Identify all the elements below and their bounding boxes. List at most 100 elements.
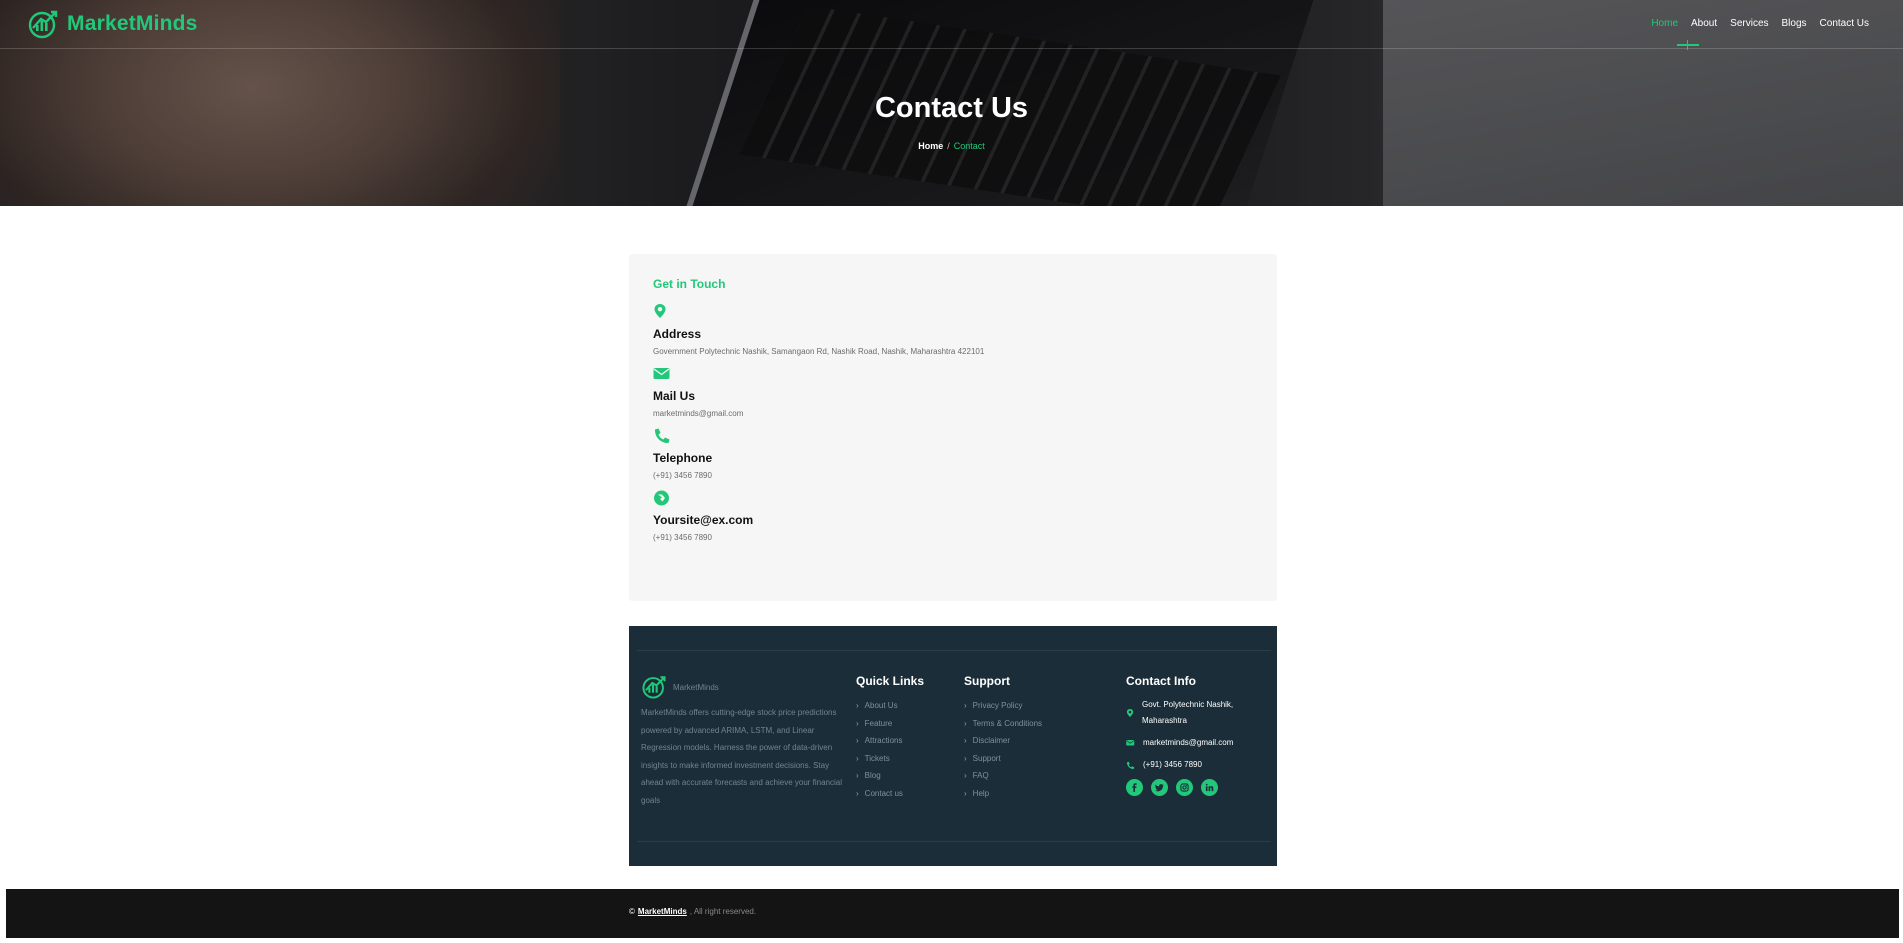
main-nav: Home About Services Blogs Contact Us xyxy=(1651,18,1869,29)
chevron-right-icon: › xyxy=(964,718,967,728)
chevron-right-icon: › xyxy=(856,788,859,798)
chevron-right-icon: › xyxy=(856,736,859,746)
footer-link-help[interactable]: › Help xyxy=(964,785,1042,803)
contact-card: Get in Touch Address Government Polytech… xyxy=(629,254,1277,601)
breadcrumb-current: Contact xyxy=(953,141,985,151)
footer-link-label: About Us xyxy=(864,701,898,711)
footer-link-label: Disclaimer xyxy=(972,736,1011,746)
footer-link-faq[interactable]: › FAQ xyxy=(964,767,1042,785)
footer-link-attractions[interactable]: › Attractions xyxy=(856,732,924,750)
page-title: Contact Us xyxy=(874,92,1029,124)
footer-divider-bottom xyxy=(637,841,1271,842)
contact-mail-text[interactable]: marketminds@gmail.com xyxy=(653,409,1253,418)
breadcrumb: Home / Contact xyxy=(0,141,1903,151)
footer-link-contact-us[interactable]: › Contact us xyxy=(856,785,924,803)
footer-link-tickets[interactable]: › Tickets xyxy=(856,750,924,768)
footer-link-terms[interactable]: › Terms & Conditions xyxy=(964,715,1042,733)
copyright-icon: © xyxy=(629,907,635,916)
contact-website: Yoursite@ex.com (+91) 3456 7890 xyxy=(653,489,1253,542)
chevron-right-icon: › xyxy=(856,718,859,728)
get-in-touch-heading: Get in Touch xyxy=(653,277,726,291)
nav-active-indicator xyxy=(1677,40,1699,50)
footer-link-support[interactable]: › Support xyxy=(964,750,1042,768)
footer-link-label: Terms & Conditions xyxy=(972,718,1043,728)
footer-link-label: Help xyxy=(972,788,990,798)
contact-address-text: Government Polytechnic Nashik, Samangaon… xyxy=(653,347,985,356)
footer-link-label: Privacy Policy xyxy=(972,701,1023,711)
footer-description: MarketMinds offers cutting-edge stock pr… xyxy=(641,708,843,805)
envelope-icon xyxy=(653,368,670,379)
chevron-right-icon: › xyxy=(856,771,859,781)
footer-link-label: Tickets xyxy=(864,753,890,763)
footer-phone-text: (+91) 3456 7890 xyxy=(1143,760,1202,769)
contact-telephone: Telephone (+91) 3456 7890 xyxy=(653,427,1253,480)
footer-link-feature[interactable]: › Feature xyxy=(856,715,924,733)
footer-link-label: Blog xyxy=(864,771,881,781)
facebook-icon[interactable] xyxy=(1126,779,1143,796)
nav-blogs[interactable]: Blogs xyxy=(1782,18,1807,29)
web-icon xyxy=(654,490,669,506)
footer-brand[interactable]: MarketMinds xyxy=(641,674,843,700)
linkedin-icon[interactable] xyxy=(1201,779,1218,796)
map-pin-icon xyxy=(1126,709,1134,717)
footer-link-label: Feature xyxy=(864,718,893,728)
phone-icon xyxy=(1126,761,1135,769)
footer-brand-name: MarketMinds xyxy=(673,682,719,692)
copyright-bar: © MarketMinds , All right reserved. xyxy=(6,889,1899,938)
footer-link-about-us[interactable]: › About Us xyxy=(856,697,924,715)
footer-address: Govt. Polytechnic Nashik, Maharashtra xyxy=(1126,697,1276,729)
contact-website-text: (+91) 3456 7890 xyxy=(653,533,712,542)
nav-about[interactable]: About xyxy=(1691,18,1717,29)
site-footer: MarketMinds MarketMinds offers cutting-e… xyxy=(629,626,1277,866)
footer-link-blog[interactable]: › Blog xyxy=(856,767,924,785)
contact-website-title: Yoursite@ex.com xyxy=(653,513,754,527)
brand-logo[interactable]: MarketMinds xyxy=(27,8,198,40)
footer-support-title: Support xyxy=(964,674,1010,688)
social-links xyxy=(1126,779,1276,796)
copyright-rights: , All right reserved. xyxy=(689,907,757,916)
footer-link-privacy-policy[interactable]: › Privacy Policy xyxy=(964,697,1042,715)
contact-telephone-title: Telephone xyxy=(653,451,713,465)
copyright-text: © MarketMinds , All right reserved. xyxy=(629,907,756,916)
brand-chart-icon xyxy=(642,676,666,699)
map-pin-icon xyxy=(654,304,666,318)
chevron-right-icon: › xyxy=(856,701,859,711)
chevron-right-icon: › xyxy=(856,753,859,763)
chevron-right-icon: › xyxy=(964,701,967,711)
contact-telephone-text: (+91) 3456 7890 xyxy=(653,471,712,480)
breadcrumb-home[interactable]: Home xyxy=(918,141,943,151)
footer-quick-links: Quick Links › About Us › Feature › Attracti… xyxy=(856,674,924,802)
breadcrumb-separator: / xyxy=(947,141,950,151)
twitter-icon[interactable] xyxy=(1151,779,1168,796)
footer-contact-info: Contact Info Govt. Polytechnic Nashik, M… xyxy=(1126,674,1276,796)
chevron-right-icon: › xyxy=(964,788,967,798)
footer-quick-links-title: Quick Links xyxy=(856,674,925,688)
footer-phone: (+91) 3456 7890 xyxy=(1126,757,1276,773)
footer-link-disclaimer[interactable]: › Disclaimer xyxy=(964,732,1042,750)
hero-banner: MarketMinds Home About Services Blogs Co… xyxy=(0,0,1903,206)
footer-link-label: Attractions xyxy=(864,736,903,746)
footer-support: Support › Privacy Policy › Terms & Conditi… xyxy=(964,674,1042,802)
brand-name: MarketMinds xyxy=(67,12,198,35)
copyright-brand-link[interactable]: MarketMinds xyxy=(638,907,687,916)
chevron-right-icon: › xyxy=(964,753,967,763)
chevron-right-icon: › xyxy=(964,771,967,781)
footer-link-label: Contact us xyxy=(864,788,903,798)
nav-services[interactable]: Services xyxy=(1730,18,1768,29)
footer-divider-top xyxy=(637,650,1271,651)
footer-email-text: marketminds@gmail.com xyxy=(1143,738,1234,747)
footer-link-label: Support xyxy=(972,753,1001,763)
navbar-divider xyxy=(0,48,1903,49)
footer-address-text: Govt. Polytechnic Nashik, Maharashtra xyxy=(1142,700,1234,725)
footer-contact-info-title: Contact Info xyxy=(1126,674,1196,688)
chevron-right-icon: › xyxy=(964,736,967,746)
phone-icon xyxy=(654,428,670,444)
footer-link-label: FAQ xyxy=(972,771,989,781)
instagram-icon[interactable] xyxy=(1176,779,1193,796)
nav-home[interactable]: Home xyxy=(1651,18,1678,29)
contact-mail: Mail Us marketminds@gmail.com xyxy=(653,365,1253,418)
brand-chart-icon xyxy=(28,10,58,39)
footer-email[interactable]: marketminds@gmail.com xyxy=(1126,735,1276,751)
contact-address-title: Address xyxy=(653,327,702,341)
nav-contact-us[interactable]: Contact Us xyxy=(1820,18,1869,29)
